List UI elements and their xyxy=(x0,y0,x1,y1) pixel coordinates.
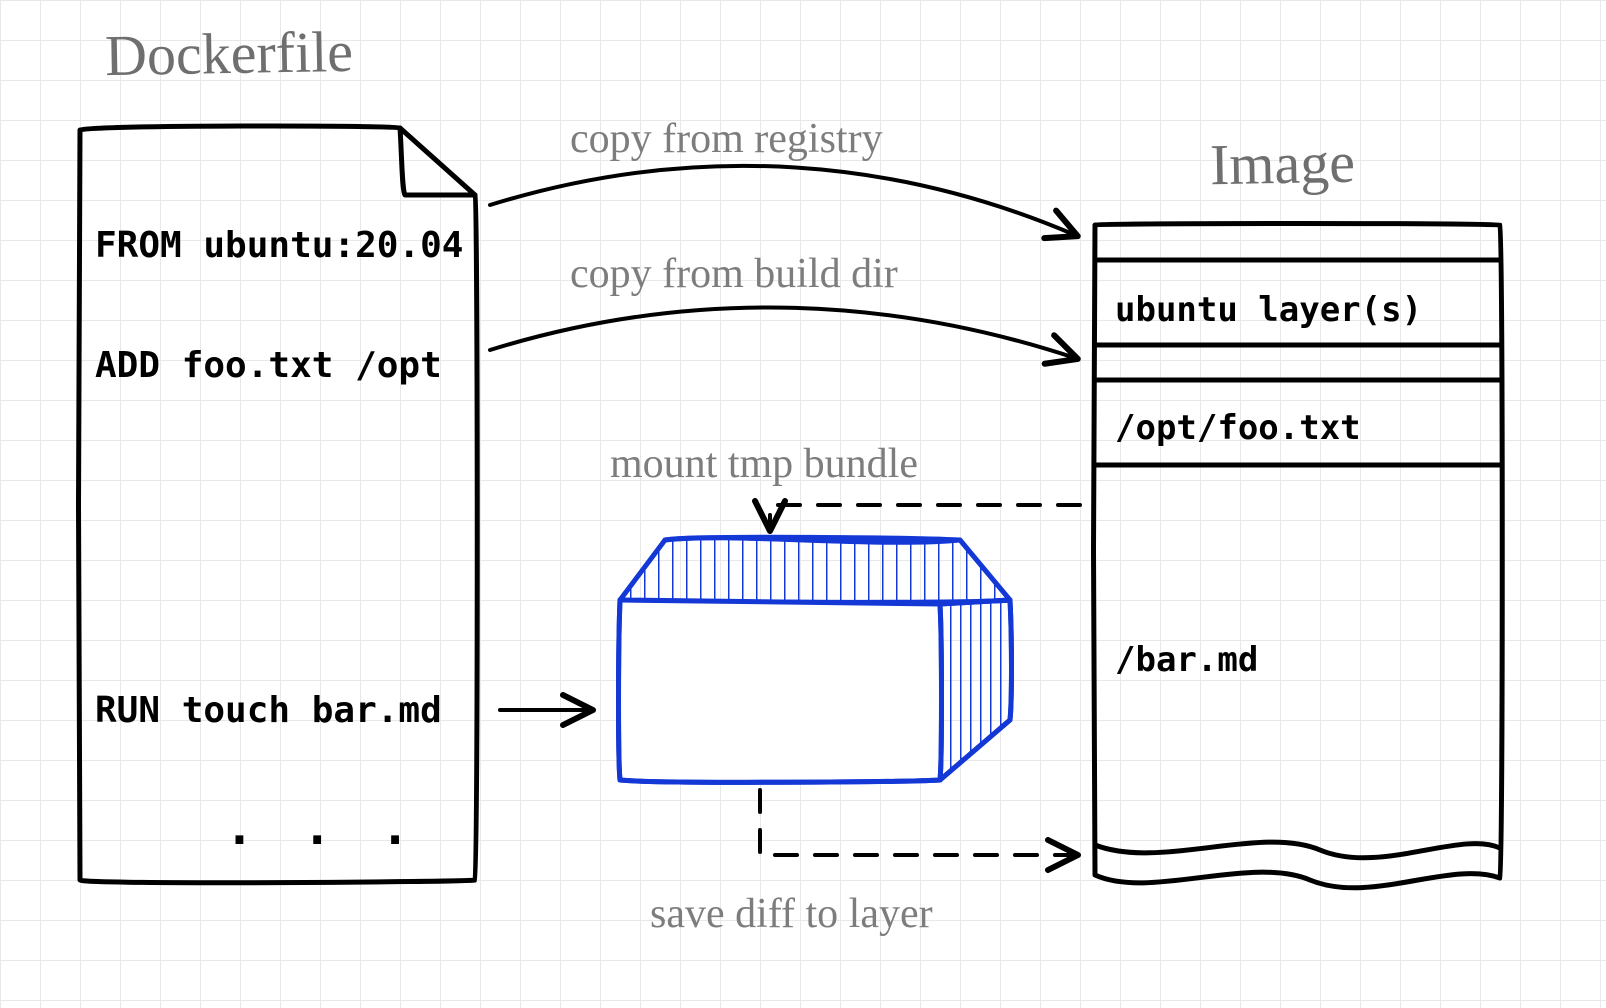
annotation-copy-builddir: copy from build dir xyxy=(570,250,898,298)
arrow-save-diff xyxy=(760,790,1075,855)
arrow-copy-builddir xyxy=(490,307,1075,358)
dockerfile-line-from: FROM ubuntu:20.04 xyxy=(95,225,463,266)
annotation-save-diff: save diff to layer xyxy=(650,890,933,938)
dockerfile-line-add: ADD foo.txt /opt xyxy=(95,345,442,386)
image-layer-ubuntu: ubuntu layer(s) xyxy=(1115,290,1422,330)
annotation-copy-registry: copy from registry xyxy=(570,115,883,163)
annotation-mount-bundle: mount tmp bundle xyxy=(610,440,918,488)
image-title: Image xyxy=(1209,129,1355,199)
arrow-copy-registry xyxy=(490,166,1075,235)
dockerfile-title: Dockerfile xyxy=(104,18,353,89)
image-layer-bar: /bar.md xyxy=(1115,640,1258,680)
container-cmd-line1: /bin/sh -c xyxy=(635,665,840,705)
container-cmd-line2: 'touch bar.md' xyxy=(635,710,922,750)
arrow-mount-bundle xyxy=(770,505,1080,528)
dockerfile-line-run: RUN touch bar.md xyxy=(95,690,442,731)
dockerfile-ellipsis: . . . xyxy=(225,800,420,856)
image-layer-foo: /opt/foo.txt xyxy=(1115,408,1361,448)
